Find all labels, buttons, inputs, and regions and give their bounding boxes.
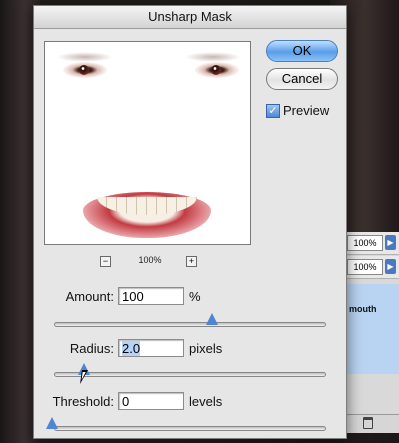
- amount-unit: %: [189, 289, 201, 304]
- threshold-label: Threshold:: [52, 394, 114, 409]
- threshold-unit: levels: [189, 394, 223, 409]
- layers-palette: 100% ▶ 100% ▶ mouth: [338, 232, 399, 433]
- preview-checkbox-label[interactable]: Preview: [283, 103, 329, 118]
- palette-opacity-arrow-icon[interactable]: ▶: [385, 235, 396, 250]
- zoom-out-icon[interactable]: −: [100, 256, 111, 267]
- layer-row-mouth[interactable]: mouth: [339, 284, 399, 374]
- preview-brow-right: [185, 52, 241, 62]
- ok-button[interactable]: OK: [266, 40, 338, 62]
- amount-input[interactable]: 100: [118, 287, 184, 305]
- preview-image[interactable]: [44, 41, 251, 245]
- dialog-title: Unsharp Mask: [34, 6, 346, 29]
- amount-slider-track[interactable]: [54, 322, 326, 327]
- zoom-level: 100%: [138, 255, 162, 265]
- radius-unit: pixels: [189, 341, 223, 356]
- palette-opacity-row: 100% ▶: [339, 232, 399, 255]
- preview-eye-right: [195, 62, 239, 78]
- layer-name: mouth: [349, 304, 377, 314]
- threshold-slider-track[interactable]: [54, 426, 326, 431]
- palette-fill-arrow-icon[interactable]: ▶: [385, 259, 396, 274]
- threshold-input[interactable]: 0: [118, 392, 184, 410]
- cancel-button[interactable]: Cancel: [266, 68, 338, 90]
- palette-footer: [339, 414, 399, 433]
- trash-icon[interactable]: [363, 417, 373, 429]
- radius-input-value: 2.0: [122, 341, 141, 356]
- palette-fill-row: 100% ▶: [339, 256, 399, 279]
- threshold-slider-thumb-icon[interactable]: [46, 417, 58, 429]
- amount-slider-thumb-icon[interactable]: [206, 313, 218, 325]
- preview-eye-left: [63, 62, 107, 78]
- zoom-in-icon[interactable]: +: [186, 256, 197, 267]
- radius-label: Radius:: [69, 341, 114, 356]
- preview-brow-left: [57, 52, 113, 62]
- palette-fill-field[interactable]: 100%: [347, 259, 383, 275]
- pointer-cursor-icon: [80, 370, 88, 384]
- amount-label: Amount:: [65, 289, 114, 304]
- radius-slider-track[interactable]: [54, 372, 326, 377]
- preview-checkbox[interactable]: ✓: [266, 104, 280, 118]
- palette-opacity-field[interactable]: 100%: [347, 235, 383, 251]
- unsharp-mask-dialog: Unsharp Mask − 100% + OK Cancel ✓ Previe…: [33, 5, 347, 439]
- radius-input[interactable]: 2.0: [118, 339, 184, 357]
